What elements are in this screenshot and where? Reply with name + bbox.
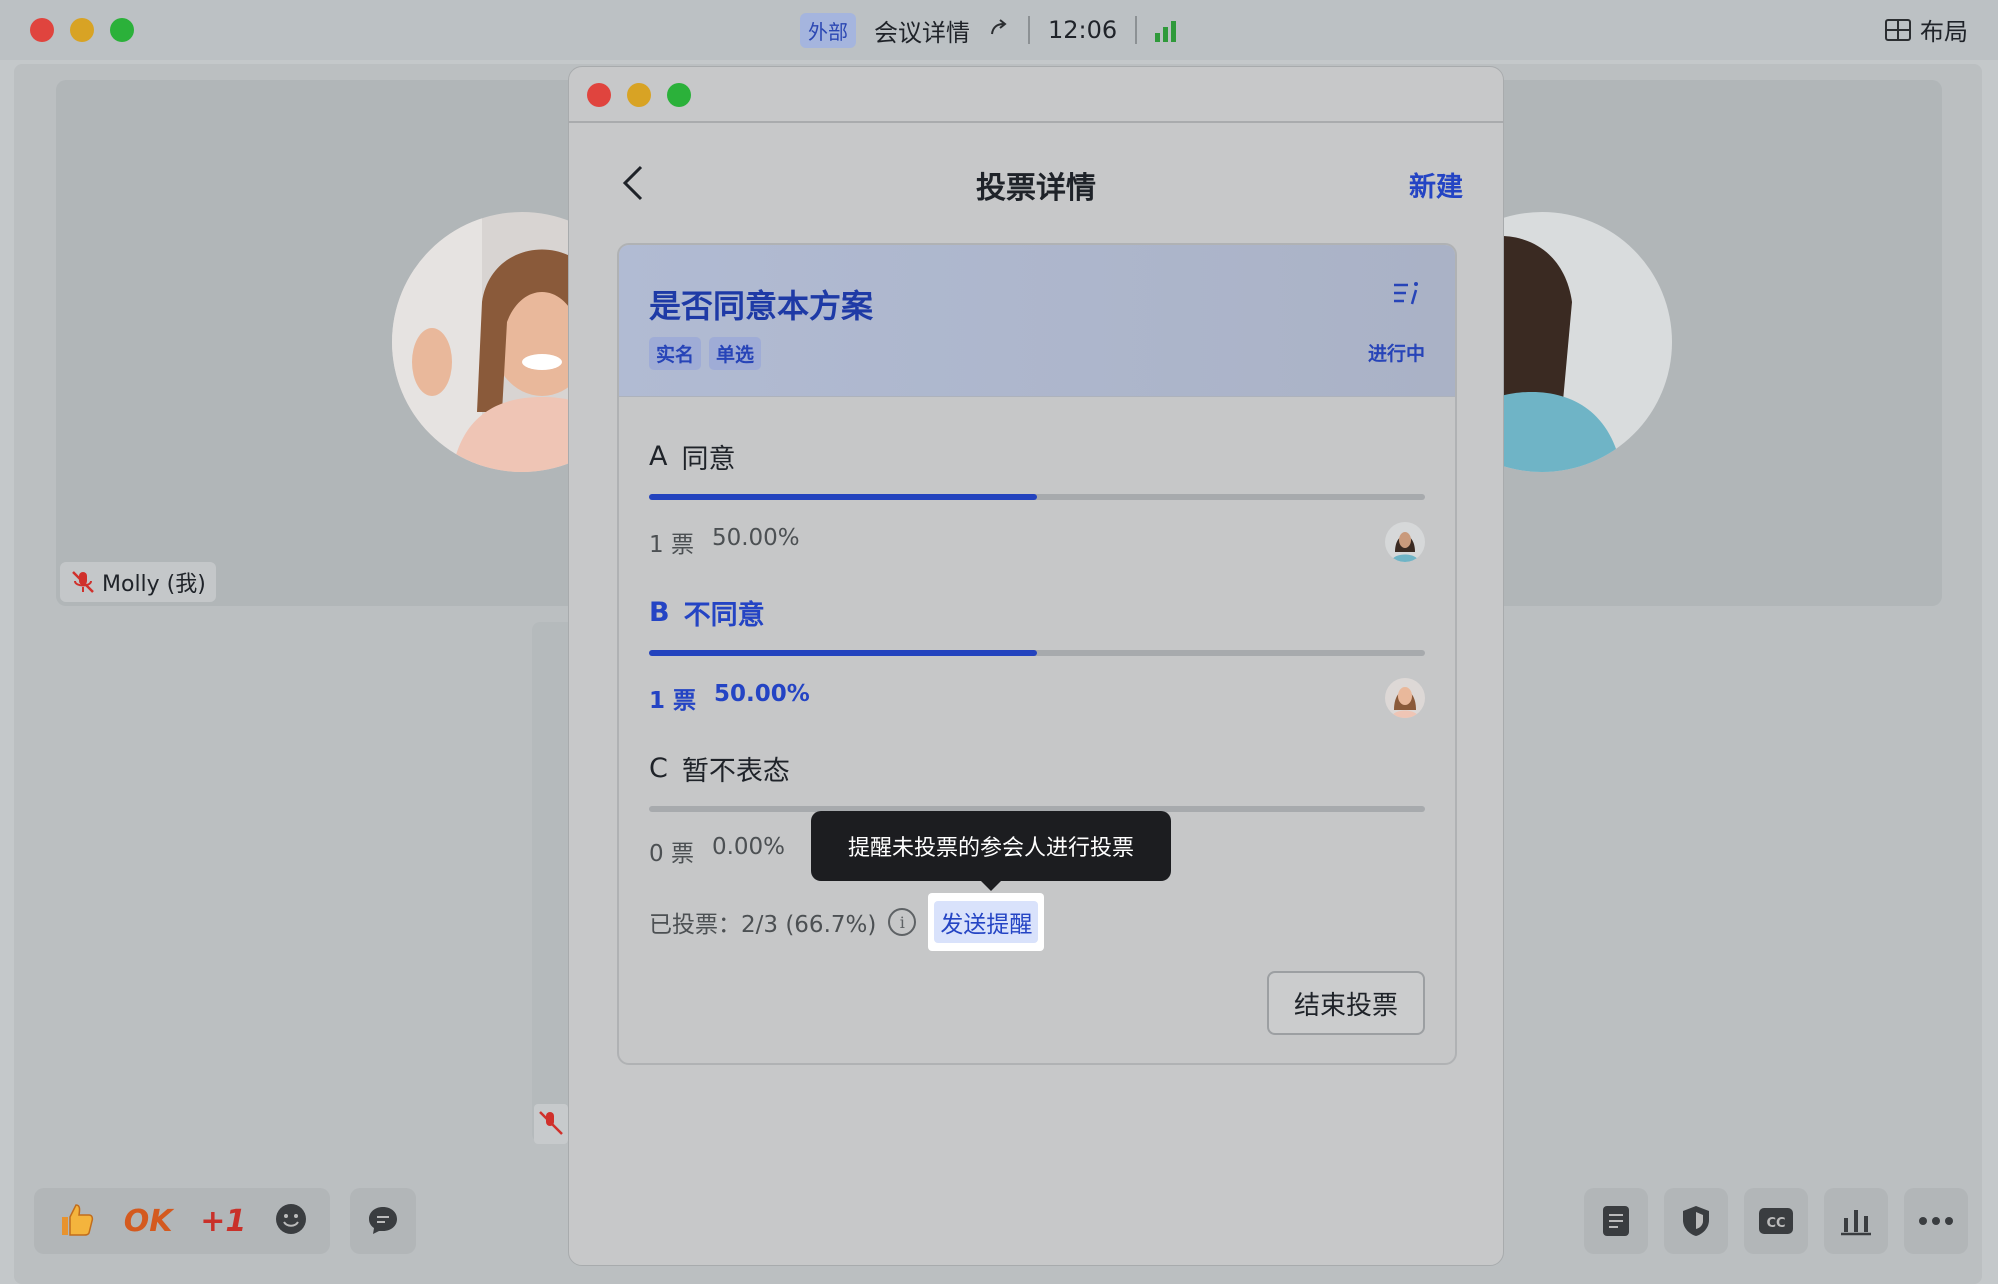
notes-button[interactable] — [1584, 1188, 1648, 1254]
divider — [1028, 16, 1030, 44]
meeting-details-link[interactable]: 会议详情 — [874, 13, 970, 48]
option-label: C 暂不表态 — [649, 749, 1425, 788]
share-icon[interactable] — [988, 16, 1010, 44]
ok-reaction[interactable]: OK — [124, 1204, 173, 1239]
option-stats: 1 票 50.00% — [649, 522, 1425, 562]
close-window-button[interactable] — [587, 83, 611, 107]
layout-label: 布局 — [1920, 18, 1968, 46]
option-label: B 不同意 — [649, 593, 1425, 632]
emoji-icon[interactable] — [274, 1202, 308, 1240]
meeting-clock: 12:06 — [1048, 16, 1118, 44]
modal-header: 投票详情 新建 — [569, 123, 1503, 243]
window-titlebar: 外部 会议详情 12:06 布局 — [0, 0, 1998, 60]
window-controls — [30, 18, 134, 42]
minimize-window-button[interactable] — [627, 83, 651, 107]
zoom-window-button[interactable] — [110, 18, 134, 42]
poll-card: 是否同意本方案 实名 单选 进行中 A 同意 1 票 50.00% B 不同意 … — [617, 243, 1457, 1065]
plus-one-reaction[interactable]: +1 — [200, 1204, 246, 1239]
captions-icon: CC — [1759, 1208, 1793, 1234]
poll-question: 是否同意本方案 — [649, 287, 874, 325]
voted-summary: 已投票：2/3 (66.7%) — [649, 912, 877, 938]
layout-button[interactable]: 布局 — [1884, 12, 1968, 47]
vote-percent: 50.00% — [711, 525, 800, 551]
poll-info-list-icon[interactable] — [1391, 279, 1421, 313]
vote-count: 0 票 — [649, 841, 694, 867]
poll-option-a[interactable]: A 同意 1 票 50.00% — [649, 437, 1425, 562]
page-title: 投票详情 — [976, 171, 1096, 206]
voted-summary-row: 已投票：2/3 (66.7%) i 发送提醒 — [649, 893, 1045, 951]
participant-name-tag: Molly (我) — [60, 562, 216, 602]
send-reminder-button[interactable]: 发送提醒 — [928, 893, 1045, 951]
option-label: A 同意 — [649, 437, 1425, 476]
vote-progress-fill — [649, 494, 1037, 500]
chat-button[interactable] — [350, 1188, 416, 1254]
more-button[interactable] — [1904, 1188, 1968, 1254]
minimize-window-button[interactable] — [70, 18, 94, 42]
meeting-info-bar: 外部 会议详情 12:06 — [800, 12, 1177, 48]
option-letter: B — [649, 597, 670, 628]
poll-button[interactable] — [1824, 1188, 1888, 1254]
vote-count: 1 票 — [649, 688, 697, 714]
more-icon — [1919, 1217, 1953, 1225]
vote-progress-fill — [649, 650, 1037, 656]
remind-tooltip: 提醒未投票的参会人进行投票 — [811, 811, 1171, 891]
tag-named: 实名 — [649, 337, 702, 370]
divider — [1135, 16, 1138, 44]
meeting-tools: CC — [1584, 1188, 1968, 1254]
end-poll-button[interactable]: 结束投票 — [1267, 971, 1425, 1035]
zoom-window-button[interactable] — [667, 83, 691, 107]
send-reminder-label: 发送提醒 — [934, 901, 1039, 943]
participant-name: Molly (我) — [102, 572, 206, 597]
reaction-bar: OK +1 — [34, 1188, 330, 1254]
poll-option-b[interactable]: B 不同意 1 票 50.00% — [649, 593, 1425, 718]
mic-muted-icon — [72, 571, 94, 593]
voter-avatar[interactable] — [1385, 678, 1425, 718]
option-letter: C — [649, 753, 668, 784]
mic-muted-icon — [534, 1104, 568, 1144]
vote-progress-bar — [649, 650, 1425, 656]
document-icon — [1603, 1206, 1629, 1236]
grid-icon — [1885, 18, 1911, 41]
shield-icon — [1683, 1206, 1709, 1236]
signal-strength-icon[interactable] — [1155, 18, 1177, 42]
close-window-button[interactable] — [30, 18, 54, 42]
vote-percent: 0.00% — [711, 834, 786, 860]
chat-icon — [369, 1207, 397, 1234]
poll-details-window: 投票详情 新建 是否同意本方案 实名 单选 进行中 A 同意 1 票 50.00… — [568, 66, 1504, 1266]
option-text: 不同意 — [683, 600, 765, 631]
vote-count: 1 票 — [649, 532, 694, 558]
option-letter: A — [649, 441, 668, 472]
poll-card-header: 是否同意本方案 实名 单选 进行中 — [619, 245, 1455, 397]
thumbs-up-icon[interactable] — [56, 1199, 96, 1243]
external-badge: 外部 — [800, 12, 856, 48]
security-button[interactable] — [1664, 1188, 1728, 1254]
vote-percent: 50.00% — [714, 681, 810, 707]
info-icon[interactable]: i — [888, 908, 917, 936]
option-text: 同意 — [681, 444, 736, 475]
modal-titlebar — [569, 67, 1503, 123]
poll-tags: 实名 单选 — [649, 337, 762, 370]
new-poll-button[interactable]: 新建 — [1409, 165, 1463, 204]
svg-text:CC: CC — [1766, 1216, 1785, 1231]
voter-avatar[interactable] — [1385, 522, 1425, 562]
bar-chart-icon — [1841, 1210, 1871, 1236]
modal-window-controls — [587, 83, 691, 107]
vote-progress-bar — [649, 494, 1425, 500]
poll-status: 进行中 — [1367, 343, 1425, 365]
tag-single-choice: 单选 — [709, 337, 762, 370]
captions-button[interactable]: CC — [1744, 1188, 1808, 1254]
option-text: 暂不表态 — [681, 756, 790, 787]
option-stats: 1 票 50.00% — [649, 678, 1425, 718]
